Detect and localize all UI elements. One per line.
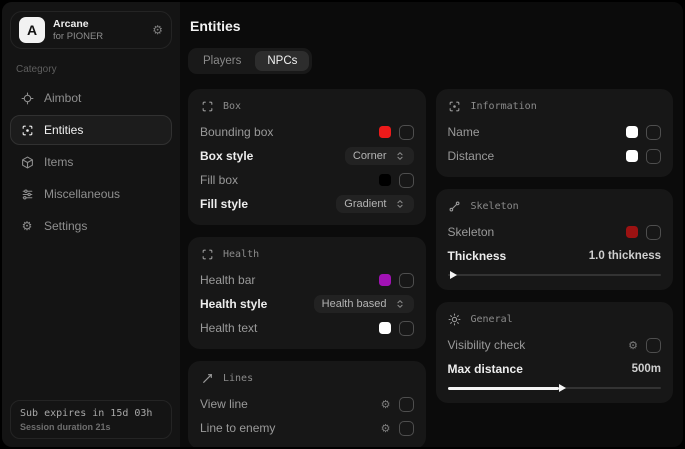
setting-row-thickness: Thickness 1.0 thickness xyxy=(448,244,662,268)
gear-icon[interactable]: ⚙ xyxy=(152,24,163,36)
card-health: Health Health bar Health style Health ba… xyxy=(188,237,426,349)
chevron-up-down-icon xyxy=(395,299,406,310)
setting-row-line-to-enemy: Line to enemy ⚙ xyxy=(200,416,414,440)
setting-row-health-bar: Health bar xyxy=(200,268,414,292)
thickness-slider[interactable] xyxy=(448,270,662,280)
card-box: Box Bounding box Box style Corner xyxy=(188,89,426,225)
app-window: A Arcane for PIONER ⚙ Category Aimbot En… xyxy=(0,0,685,449)
bone-icon xyxy=(448,199,462,213)
visibility-check-checkbox[interactable] xyxy=(646,338,661,353)
sidebar-item-miscellaneous[interactable]: Miscellaneous xyxy=(10,179,172,209)
scan-target-icon xyxy=(20,123,34,137)
gear-icon[interactable]: ⚙ xyxy=(381,422,391,435)
color-swatch[interactable] xyxy=(379,274,391,286)
setting-row-bounding-box: Bounding box xyxy=(200,120,414,144)
setting-row-distance: Distance xyxy=(448,144,662,168)
card-lines: Lines View line ⚙ Line to enemy ⚙ xyxy=(188,361,426,447)
color-swatch[interactable] xyxy=(626,226,638,238)
sidebar-item-label: Settings xyxy=(44,219,87,233)
setting-row-view-line: View line ⚙ xyxy=(200,392,414,416)
health-bar-checkbox[interactable] xyxy=(399,273,414,288)
main-content: Entities Players NPCs Box Bounding box xyxy=(180,2,683,447)
card-general: General Visibility check ⚙ Max distance … xyxy=(436,302,674,403)
color-swatch[interactable] xyxy=(379,174,391,186)
app-header-card: A Arcane for PIONER ⚙ xyxy=(10,11,172,49)
bounding-box-checkbox[interactable] xyxy=(399,125,414,140)
sidebar-item-label: Miscellaneous xyxy=(44,187,120,201)
setting-row-box-style: Box style Corner xyxy=(200,144,414,168)
thickness-value: 1.0 thickness xyxy=(589,250,661,262)
sidebar: A Arcane for PIONER ⚙ Category Aimbot En… xyxy=(2,2,180,447)
setting-row-max-distance: Max distance 500m xyxy=(448,357,662,381)
view-line-checkbox[interactable] xyxy=(399,397,414,412)
scan-brackets-icon xyxy=(200,99,214,113)
setting-row-fill-box: Fill box xyxy=(200,168,414,192)
session-duration-text: Session duration 21s xyxy=(20,422,162,432)
card-title: Skeleton xyxy=(471,201,519,212)
sidebar-item-label: Entities xyxy=(44,123,83,137)
app-name: Arcane xyxy=(53,18,103,31)
setting-row-fill-style: Fill style Gradient xyxy=(200,192,414,216)
diagonal-line-icon xyxy=(200,371,214,385)
card-information: Information Name Distance xyxy=(436,89,674,177)
crosshair-icon xyxy=(20,91,34,105)
gear-icon[interactable]: ⚙ xyxy=(381,398,391,411)
gear-icon[interactable]: ⚙ xyxy=(628,339,638,352)
cube-icon xyxy=(20,155,34,169)
max-distance-slider[interactable] xyxy=(448,383,662,393)
subscription-info-card: Sub expires in 15d 03h Session duration … xyxy=(10,400,172,439)
slider-handle[interactable] xyxy=(450,271,457,279)
scan-target-icon xyxy=(448,99,462,113)
health-text-checkbox[interactable] xyxy=(399,321,414,336)
box-style-dropdown[interactable]: Corner xyxy=(345,147,414,165)
scan-brackets-icon xyxy=(200,247,214,261)
app-logo: A xyxy=(19,17,45,43)
slider-handle[interactable] xyxy=(559,384,566,392)
chevron-up-down-icon xyxy=(395,199,406,210)
card-skeleton: Skeleton Skeleton Thickness 1.0 thicknes… xyxy=(436,189,674,290)
color-swatch[interactable] xyxy=(379,322,391,334)
tab-players[interactable]: Players xyxy=(191,51,253,71)
skeleton-checkbox[interactable] xyxy=(646,225,661,240)
line-to-enemy-checkbox[interactable] xyxy=(399,421,414,436)
sidebar-item-aimbot[interactable]: Aimbot xyxy=(10,83,172,113)
health-style-dropdown[interactable]: Health based xyxy=(314,295,414,313)
sidebar-item-label: Aimbot xyxy=(44,91,81,105)
card-title: Information xyxy=(471,101,537,112)
chevron-up-down-icon xyxy=(395,151,406,162)
max-distance-value: 500m xyxy=(632,363,661,375)
category-label: Category xyxy=(16,64,166,75)
sliders-icon xyxy=(20,187,34,201)
card-title: Lines xyxy=(223,373,253,384)
setting-row-visibility-check: Visibility check ⚙ xyxy=(448,333,662,357)
distance-checkbox[interactable] xyxy=(646,149,661,164)
setting-row-health-style: Health style Health based xyxy=(200,292,414,316)
sidebar-item-entities[interactable]: Entities xyxy=(10,115,172,145)
card-title: Health xyxy=(223,249,259,260)
card-title: Box xyxy=(223,101,241,112)
color-swatch[interactable] xyxy=(626,150,638,162)
app-subtitle: for PIONER xyxy=(53,31,103,43)
sun-icon xyxy=(448,312,462,326)
page-title: Entities xyxy=(190,18,673,34)
sub-expiry-text: Sub expires in 15d 03h xyxy=(20,408,162,419)
setting-row-name: Name xyxy=(448,120,662,144)
app-title-block: Arcane for PIONER xyxy=(53,18,103,43)
sidebar-item-settings[interactable]: ⚙ Settings xyxy=(10,211,172,241)
name-checkbox[interactable] xyxy=(646,125,661,140)
fill-style-dropdown[interactable]: Gradient xyxy=(336,195,413,213)
card-title: General xyxy=(471,314,513,325)
sidebar-item-items[interactable]: Items xyxy=(10,147,172,177)
color-swatch[interactable] xyxy=(379,126,391,138)
setting-row-health-text: Health text xyxy=(200,316,414,340)
sidebar-item-label: Items xyxy=(44,155,73,169)
tab-npcs[interactable]: NPCs xyxy=(255,51,309,71)
gear-icon: ⚙ xyxy=(20,219,34,233)
tab-bar: Players NPCs xyxy=(188,48,312,74)
color-swatch[interactable] xyxy=(626,126,638,138)
setting-row-skeleton: Skeleton xyxy=(448,220,662,244)
fill-box-checkbox[interactable] xyxy=(399,173,414,188)
